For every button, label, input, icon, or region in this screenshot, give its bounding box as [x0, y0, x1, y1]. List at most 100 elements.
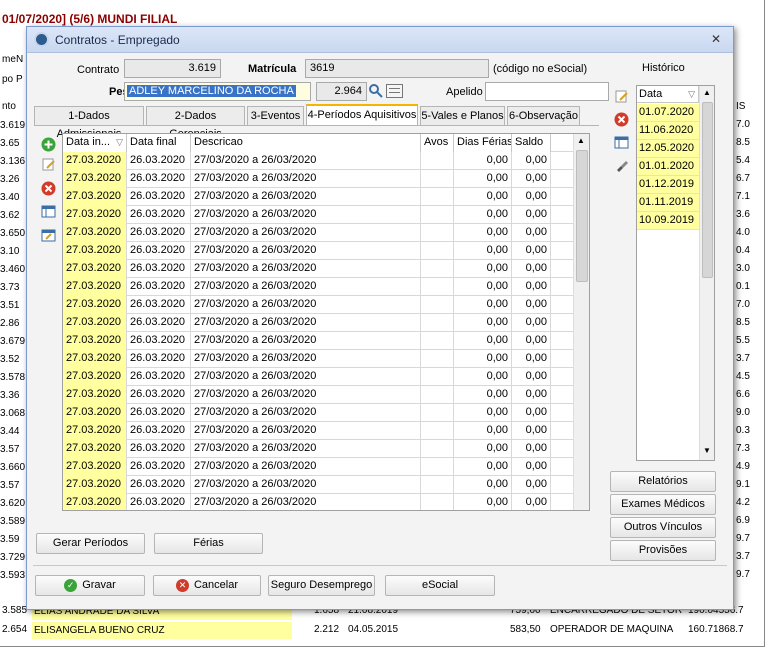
table-row[interactable]: 27.03.2020 26.03.2020 27/03/2020 a 26/03/2… [63, 224, 573, 242]
tab-periodos-aquisitivos[interactable]: 4-Períodos Aquisitivos [306, 104, 418, 125]
background-table-row[interactable]: 2.654 ELISANGELA BUENO CRUZ 2.212 04.05.… [0, 622, 760, 639]
edit-icon[interactable] [40, 156, 57, 172]
header-avos[interactable]: Avos [421, 134, 454, 152]
pessoa-field[interactable]: ADLEY MARCELINO DA ROCHA [124, 82, 311, 101]
background-cell: 3.620 [0, 498, 26, 509]
search-icon[interactable] [368, 83, 384, 99]
table-row[interactable]: 27.03.2020 26.03.2020 27/03/2020 a 26/03/2… [63, 404, 573, 422]
historico-header[interactable]: Data ▽ [637, 86, 699, 103]
table-row[interactable]: 27.03.2020 26.03.2020 27/03/2020 a 26/03/2… [63, 422, 573, 440]
grid-header-row: Data in... ▽ Data final Descricao Avos Di… [63, 134, 573, 152]
scroll-up-icon[interactable]: ▲ [577, 136, 585, 145]
history-brush-icon[interactable] [613, 157, 630, 173]
table-row[interactable]: 27.03.2020 26.03.2020 27/03/2020 a 26/03/2… [63, 494, 573, 510]
cell-dias-ferias: 0,00 [454, 188, 512, 206]
background-cell: 4.0 [736, 227, 750, 238]
header-saldo[interactable]: Saldo [512, 134, 551, 152]
table-row[interactable]: 27.03.2020 26.03.2020 27/03/2020 a 26/03/2… [63, 188, 573, 206]
scroll-up-icon[interactable]: ▲ [703, 88, 711, 97]
history-table-icon[interactable] [613, 134, 630, 150]
background-cell: 9.0 [736, 407, 750, 418]
cell-descricao: 27/03/2020 a 26/03/2020 [191, 368, 421, 386]
seguro-desemprego-button[interactable]: Seguro Desemprego [268, 575, 375, 596]
tab-vales-e-planos[interactable]: 5-Vales e Planos [420, 106, 505, 125]
historico-item[interactable]: 12.05.2020 [637, 140, 699, 158]
history-edit-icon[interactable] [613, 88, 630, 104]
matricula-hint: (código no eSocial) [493, 63, 588, 75]
notes-icon[interactable] [40, 227, 57, 243]
gravar-button[interactable]: ✓ Gravar [35, 575, 145, 596]
add-icon[interactable] [40, 136, 57, 152]
apelido-label: Apelido [446, 86, 483, 98]
cell-avos [421, 206, 454, 224]
sort-icon: ▽ [688, 89, 695, 99]
tab-observacao[interactable]: 6-Observação [507, 106, 580, 125]
provisoes-button[interactable]: Provisões [610, 540, 716, 561]
cell-data-final: 26.03.2020 [127, 404, 191, 422]
table-row[interactable]: 27.03.2020 26.03.2020 27/03/2020 a 26/03/2… [63, 440, 573, 458]
header-dias-ferias[interactable]: Dias Férias [454, 134, 512, 152]
scroll-thumb[interactable] [576, 150, 588, 282]
table-row[interactable]: 27.03.2020 26.03.2020 27/03/2020 a 26/03/2… [63, 368, 573, 386]
tab-eventos[interactable]: 3-Eventos [247, 106, 304, 125]
table-row[interactable]: 27.03.2020 26.03.2020 27/03/2020 a 26/03/2… [63, 260, 573, 278]
table-row[interactable]: 27.03.2020 26.03.2020 27/03/2020 a 26/03/2… [63, 152, 573, 170]
tab-dados-gerenciais[interactable]: 2-Dados Gerenciais [146, 106, 245, 140]
historico-label: Histórico [642, 62, 685, 74]
cell-dias-ferias: 0,00 [454, 458, 512, 476]
header-data-inicio[interactable]: Data in... ▽ [63, 134, 127, 152]
cell-avos [421, 314, 454, 332]
cell-descricao: 27/03/2020 a 26/03/2020 [191, 494, 421, 510]
tab-dados-admissionais[interactable]: 1-Dados Admissionais [34, 106, 144, 140]
grid-scrollbar[interactable]: ▲ [573, 134, 589, 510]
gerar-periodos-button[interactable]: Gerar Períodos [36, 533, 145, 554]
card-icon[interactable] [386, 84, 403, 98]
historico-item[interactable]: 01.01.2020 [637, 158, 699, 176]
background-cell: 3.136 [0, 156, 26, 167]
table-row[interactable]: 27.03.2020 26.03.2020 27/03/2020 a 26/03/2… [63, 170, 573, 188]
dialog-title: Contratos - Empregado [55, 33, 180, 47]
table-view-icon[interactable] [40, 203, 57, 219]
cell-data-final: 26.03.2020 [127, 278, 191, 296]
cell-avos [421, 404, 454, 422]
cancelar-button[interactable]: ✕ Cancelar [153, 575, 261, 596]
table-row[interactable]: 27.03.2020 26.03.2020 27/03/2020 a 26/03/2… [63, 386, 573, 404]
cell-descricao: 27/03/2020 a 26/03/2020 [191, 188, 421, 206]
background-cell: 7.0 [736, 299, 750, 310]
header-data-final[interactable]: Data final [127, 134, 191, 152]
historico-scrollbar[interactable]: ▲ ▼ [699, 86, 714, 460]
table-row[interactable]: 27.03.2020 26.03.2020 27/03/2020 a 26/03/2… [63, 314, 573, 332]
pessoa-code-field[interactable]: 2.964 [316, 82, 367, 101]
scroll-thumb[interactable] [702, 102, 713, 278]
table-row[interactable]: 27.03.2020 26.03.2020 27/03/2020 a 26/03/2… [63, 458, 573, 476]
scroll-down-icon[interactable]: ▼ [703, 446, 711, 455]
table-row[interactable]: 27.03.2020 26.03.2020 27/03/2020 a 26/03/2… [63, 206, 573, 224]
esocial-button[interactable]: eSocial [385, 575, 495, 596]
outros-vinculos-button[interactable]: Outros Vínculos [610, 517, 716, 538]
contrato-field[interactable]: 3.619 [124, 59, 221, 78]
close-icon[interactable]: ✕ [709, 32, 723, 46]
historico-item[interactable]: 01.11.2019 [637, 194, 699, 212]
header-descricao[interactable]: Descricao [191, 134, 421, 152]
table-row[interactable]: 27.03.2020 26.03.2020 27/03/2020 a 26/03/2… [63, 476, 573, 494]
ferias-button[interactable]: Férias [154, 533, 263, 554]
delete-icon[interactable] [40, 180, 57, 196]
matricula-field[interactable]: 3619 [305, 59, 489, 78]
table-row[interactable]: 27.03.2020 26.03.2020 27/03/2020 a 26/03/2… [63, 332, 573, 350]
historico-item[interactable]: 01.12.2019 [637, 176, 699, 194]
historico-item[interactable]: 10.09.2019 [637, 212, 699, 230]
exames-medicos-button[interactable]: Exames Médicos [610, 494, 716, 515]
table-row[interactable]: 27.03.2020 26.03.2020 27/03/2020 a 26/03/2… [63, 242, 573, 260]
cell-descricao: 27/03/2020 a 26/03/2020 [191, 350, 421, 368]
table-row[interactable]: 27.03.2020 26.03.2020 27/03/2020 a 26/03/2… [63, 350, 573, 368]
historico-item[interactable]: 11.06.2020 [637, 122, 699, 140]
contratos-dialog: Contratos - Empregado ✕ Contrato 3.619 M… [26, 26, 734, 610]
cell-descricao: 27/03/2020 a 26/03/2020 [191, 152, 421, 170]
historico-item[interactable]: 01.07.2020 [637, 104, 699, 122]
table-row[interactable]: 27.03.2020 26.03.2020 27/03/2020 a 26/03/2… [63, 296, 573, 314]
relatorios-button[interactable]: Relatórios [610, 471, 716, 492]
apelido-field[interactable] [485, 82, 609, 101]
history-delete-icon[interactable] [613, 111, 630, 127]
dialog-titlebar[interactable]: Contratos - Empregado ✕ [27, 27, 733, 53]
table-row[interactable]: 27.03.2020 26.03.2020 27/03/2020 a 26/03/2… [63, 278, 573, 296]
